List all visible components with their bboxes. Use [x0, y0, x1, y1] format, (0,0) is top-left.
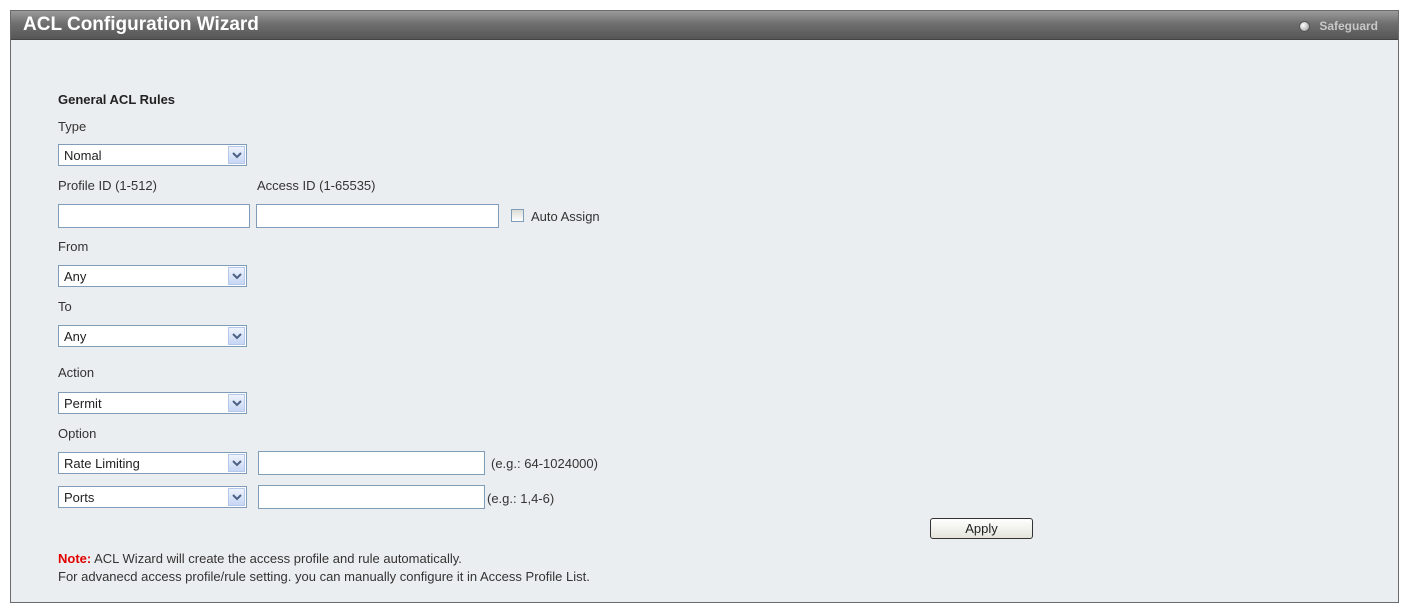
- note-prefix: Note:: [58, 551, 92, 566]
- rate-limiting-input[interactable]: [258, 451, 485, 475]
- profile-id-input[interactable]: [58, 204, 250, 228]
- from-select[interactable]: Any: [58, 265, 247, 287]
- section-title: General ACL Rules: [58, 92, 176, 107]
- note-line-2: For advanecd access profile/rule setting…: [58, 569, 590, 584]
- page-title: ACL Configuration Wizard: [23, 14, 259, 35]
- chevron-down-icon: [228, 488, 245, 506]
- chevron-down-icon: [228, 267, 245, 285]
- from-label: From: [58, 239, 89, 254]
- auto-assign-checkbox[interactable]: [511, 209, 524, 222]
- chevron-down-icon: [228, 327, 245, 345]
- action-label: Action: [58, 365, 95, 380]
- rate-limiting-hint: (e.g.: 64-1024000): [491, 456, 598, 471]
- acl-wizard-panel: ACL Configuration Wizard Safeguard Gener…: [10, 10, 1399, 603]
- ports-input[interactable]: [258, 485, 485, 509]
- note-line-1: Note: ACL Wizard will create the access …: [58, 551, 462, 566]
- action-select[interactable]: Permit: [58, 392, 247, 414]
- profile-id-label: Profile ID (1-512): [58, 178, 157, 193]
- option-label: Option: [58, 426, 97, 441]
- rate-limiting-select[interactable]: Rate Limiting: [58, 452, 247, 474]
- title-bar: ACL Configuration Wizard Safeguard: [11, 11, 1398, 40]
- safeguard-indicator[interactable]: Safeguard: [1299, 19, 1378, 33]
- to-label: To: [58, 299, 72, 314]
- safeguard-status-icon: [1299, 20, 1311, 32]
- apply-button[interactable]: Apply: [930, 518, 1033, 539]
- to-select[interactable]: Any: [58, 325, 247, 347]
- auto-assign-label: Auto Assign: [531, 209, 600, 224]
- chevron-down-icon: [228, 394, 245, 412]
- safeguard-label: Safeguard: [1319, 19, 1378, 33]
- chevron-down-icon: [228, 454, 245, 472]
- rate-limiting-select-value: Rate Limiting: [64, 456, 140, 471]
- action-select-value: Permit: [64, 396, 102, 411]
- chevron-down-icon: [228, 146, 245, 164]
- access-id-label: Access ID (1-65535): [257, 178, 376, 193]
- type-select[interactable]: Nomal: [58, 144, 247, 166]
- ports-hint: (e.g.: 1,4-6): [487, 491, 555, 506]
- to-select-value: Any: [64, 329, 87, 344]
- from-select-value: Any: [64, 269, 87, 284]
- type-select-value: Nomal: [64, 148, 102, 163]
- ports-select-value: Ports: [64, 490, 95, 505]
- access-id-input[interactable]: [256, 204, 499, 228]
- ports-select[interactable]: Ports: [58, 486, 247, 508]
- note-text-1: ACL Wizard will create the access profil…: [91, 551, 462, 566]
- type-label: Type: [58, 119, 87, 134]
